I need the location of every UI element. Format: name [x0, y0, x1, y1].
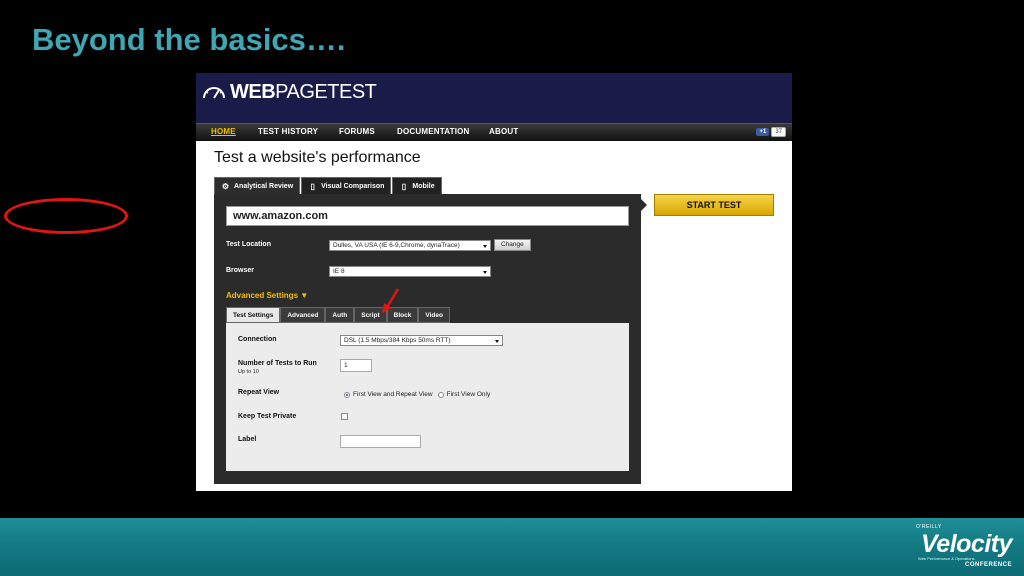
page-heading: Test a website's performance	[214, 149, 421, 166]
logo-text-thin: PAGETEST	[275, 80, 377, 103]
test-panel: www.amazon.com Test Location Dulles, VA …	[214, 194, 641, 484]
test-location-value: Dulles, VA USA (IE 6-9,Chrome, dynaTrace…	[333, 242, 460, 249]
tab-analytical-review[interactable]: ⚙ Analytical Review	[214, 177, 301, 194]
chevron-down-icon	[495, 340, 499, 343]
radio-label: First View Only	[446, 391, 491, 398]
num-tests-label: Number of Tests to Run	[238, 360, 317, 367]
annotation-ellipse	[4, 198, 128, 234]
tab-label: Visual Comparison	[321, 182, 385, 190]
test-settings-panel: Connection DSL (1.5 Mbps/384 Kbps 50ms R…	[226, 323, 629, 471]
subtab-auth[interactable]: Auth	[325, 307, 355, 323]
connection-value: DSL (1.5 Mbps/384 Kbps 50ms RTT)	[344, 337, 451, 344]
wpt-header: WEB PAGETEST	[196, 73, 792, 123]
velocity-logo: O'REILLY Velocity Web Performance & Oper…	[914, 524, 1014, 572]
label-field-label: Label	[238, 436, 257, 443]
repeat-view-label: Repeat View	[238, 389, 280, 396]
browser-label: Browser	[226, 267, 255, 274]
document-icon: ▯	[310, 181, 315, 191]
connection-select[interactable]: DSL (1.5 Mbps/384 Kbps 50ms RTT)	[340, 335, 503, 346]
panel-pointer	[641, 199, 647, 211]
radio-first-only[interactable]	[437, 391, 444, 398]
connection-label: Connection	[238, 336, 277, 343]
browser-select[interactable]: IE 8	[329, 266, 491, 277]
subtab-advanced[interactable]: Advanced	[280, 307, 326, 323]
nav-test-history[interactable]: TEST HISTORY	[258, 127, 318, 136]
nav-about[interactable]: ABOUT	[489, 127, 518, 136]
test-location-label: Test Location	[226, 241, 271, 248]
logo-text-bold: WEB	[230, 80, 276, 103]
social-widget: +1 37	[756, 127, 786, 137]
subtab-test-settings[interactable]: Test Settings	[226, 307, 281, 323]
change-location-button[interactable]: Change	[494, 239, 531, 251]
settings-tabs: Test Settings Advanced Auth Script Block…	[226, 307, 450, 323]
tab-visual-comparison[interactable]: ▯ Visual Comparison	[301, 177, 392, 194]
test-location-select[interactable]: Dulles, VA USA (IE 6-9,Chrome, dynaTrace…	[329, 240, 491, 251]
chevron-down-icon	[483, 245, 487, 248]
wpt-logo[interactable]: WEB PAGETEST	[202, 79, 377, 105]
slide: Beyond the basics…. WEB PAGETEST HOME TES…	[0, 0, 1024, 576]
footer-band	[0, 518, 1024, 576]
slide-title: Beyond the basics….	[32, 22, 346, 57]
top-nav: HOME TEST HISTORY FORUMS DOCUMENTATION A…	[196, 123, 792, 141]
radio-label: First View and Repeat View	[353, 391, 433, 398]
conference-text: CONFERENCE	[964, 562, 1012, 568]
tab-label: Analytical Review	[234, 182, 294, 190]
gear-icon: ⚙	[221, 181, 230, 191]
repeat-view-options: First View and Repeat View First View On…	[344, 391, 490, 398]
velocity-wordmark: Velocity	[921, 530, 1012, 558]
nav-forums[interactable]: FORUMS	[339, 127, 375, 136]
nav-documentation[interactable]: DOCUMENTATION	[397, 127, 470, 136]
phone-icon: ▯	[401, 181, 407, 191]
browser-value: IE 8	[333, 268, 345, 275]
main-tabs: ⚙ Analytical Review ▯ Visual Comparison …	[214, 177, 443, 194]
plusone-count: 37	[771, 127, 786, 137]
speedometer-icon	[203, 87, 225, 99]
subtab-video[interactable]: Video	[418, 307, 450, 323]
num-tests-input[interactable]: 1	[340, 359, 372, 372]
annotation-arrow-icon	[382, 288, 400, 313]
tab-label: Mobile	[412, 182, 435, 190]
num-tests-hint: Up to 10	[238, 369, 259, 375]
browser-screenshot: WEB PAGETEST HOME TEST HISTORY FORUMS DOC…	[196, 73, 792, 491]
advanced-settings-toggle[interactable]: Advanced Settings ▼	[226, 291, 308, 300]
start-test-button[interactable]: START TEST	[654, 194, 774, 216]
nav-home[interactable]: HOME	[211, 127, 236, 136]
keep-private-label: Keep Test Private	[238, 413, 297, 420]
label-input[interactable]	[340, 435, 421, 448]
url-input[interactable]: www.amazon.com	[226, 206, 629, 226]
radio-first-and-repeat[interactable]	[344, 391, 350, 398]
chevron-down-icon	[483, 271, 487, 274]
plusone-button[interactable]: +1	[756, 128, 770, 136]
keep-private-checkbox[interactable]	[341, 413, 348, 420]
velocity-tagline: Web Performance & Operations	[918, 556, 975, 561]
tab-mobile[interactable]: ▯ Mobile	[392, 177, 442, 194]
